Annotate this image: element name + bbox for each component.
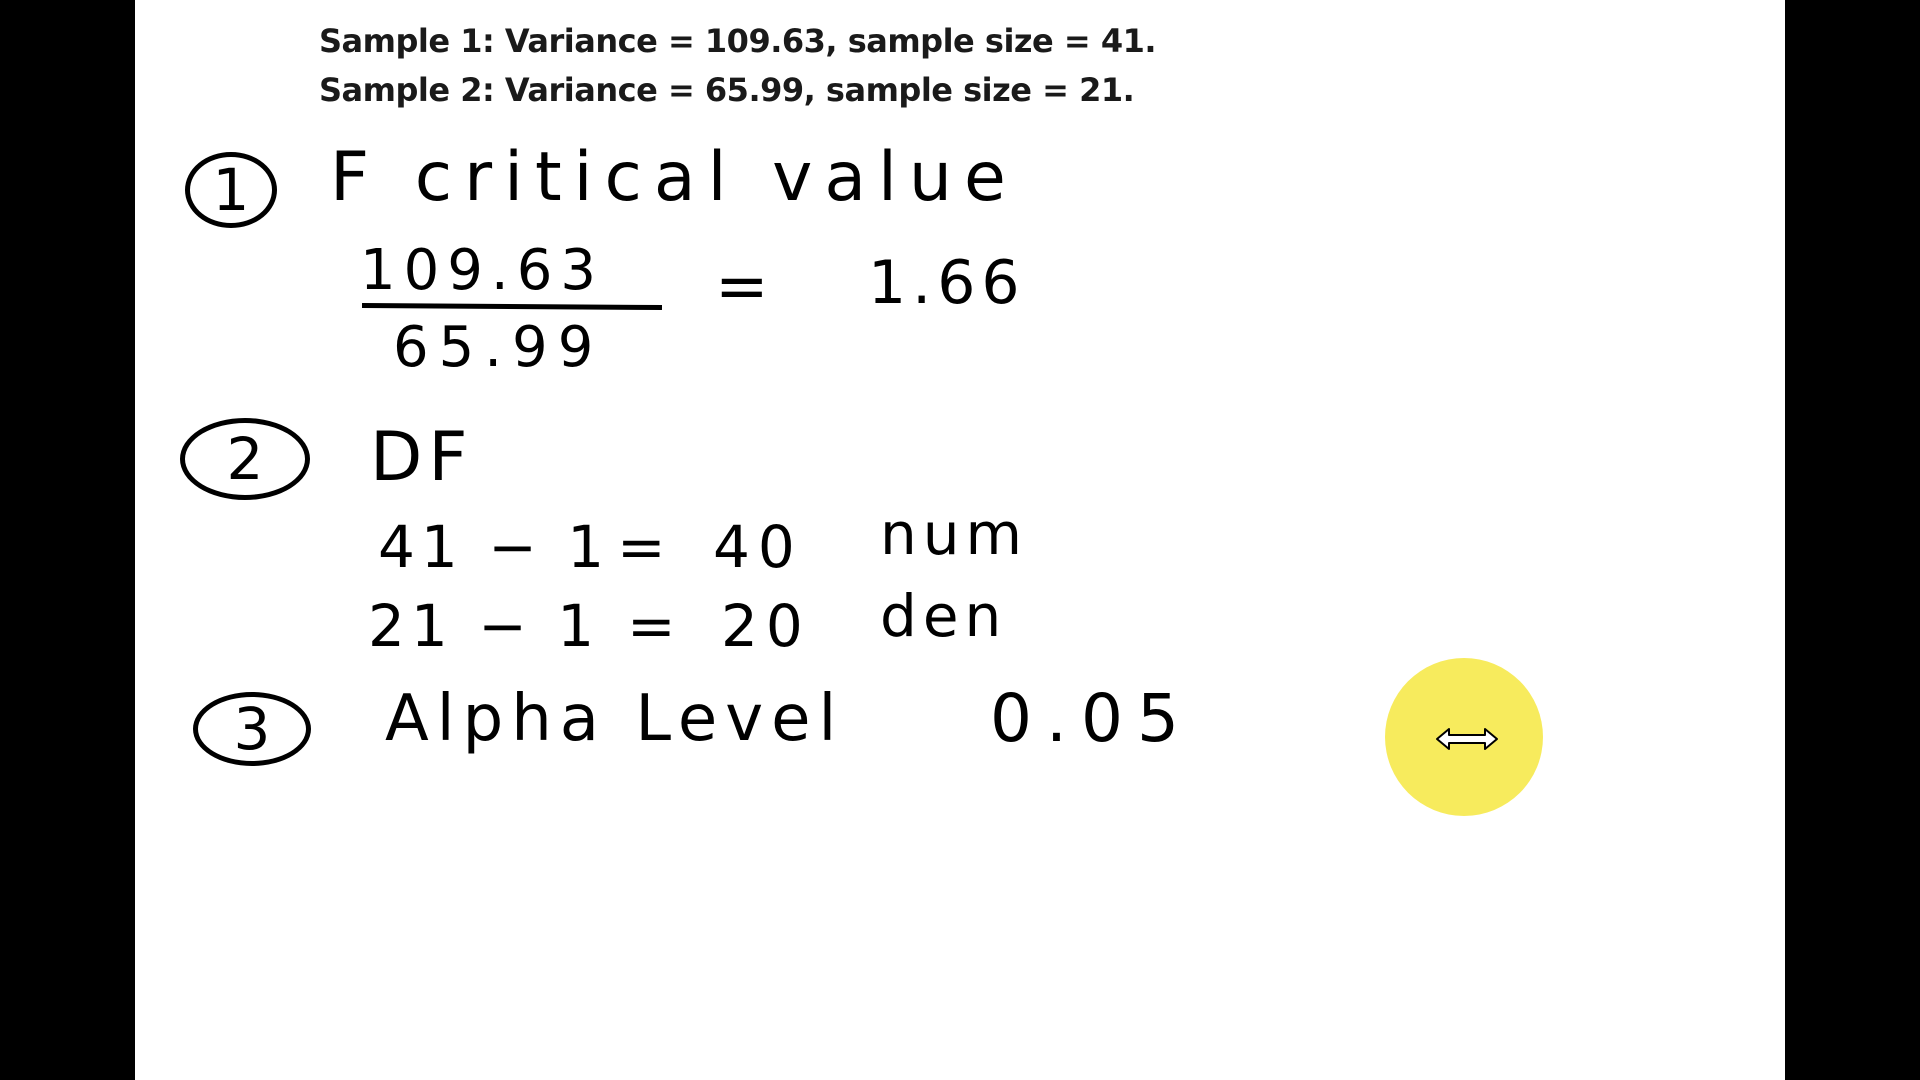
denominator: 65.99 xyxy=(393,315,604,380)
df-den-value: 20 xyxy=(721,592,811,660)
whiteboard: Sample 1: Variance = 109.63, sample size… xyxy=(135,0,1785,1080)
df-num-expr: 41 − 1 xyxy=(378,513,611,581)
step-2-number: 2 xyxy=(180,418,310,500)
df-num-equals: = xyxy=(617,513,666,581)
fraction-bar xyxy=(361,302,663,311)
step-3-title: Alpha Level xyxy=(385,682,845,756)
step-3-number: 3 xyxy=(193,692,311,766)
sample-1-info: Sample 1: Variance = 109.63, sample size… xyxy=(319,22,1157,60)
df-den-equals: = xyxy=(627,592,676,660)
df-den-label: den xyxy=(880,582,1008,650)
resize-horizontal-icon xyxy=(1436,728,1498,750)
df-num-value: 40 xyxy=(713,513,803,581)
sample-2-info: Sample 2: Variance = 65.99, sample size … xyxy=(319,71,1135,109)
step-2-title: DF xyxy=(370,418,474,497)
step-1-number: 1 xyxy=(185,152,277,228)
step-1-equals: = xyxy=(715,250,769,324)
f-ratio-result: 1.66 xyxy=(868,248,1026,318)
df-num-label: num xyxy=(880,500,1029,568)
df-den-expr: 21 − 1 xyxy=(368,592,601,660)
alpha-value: 0.05 xyxy=(990,680,1193,757)
numerator: 109.63 xyxy=(360,238,604,303)
step-1-title: F critical value xyxy=(330,138,1018,217)
